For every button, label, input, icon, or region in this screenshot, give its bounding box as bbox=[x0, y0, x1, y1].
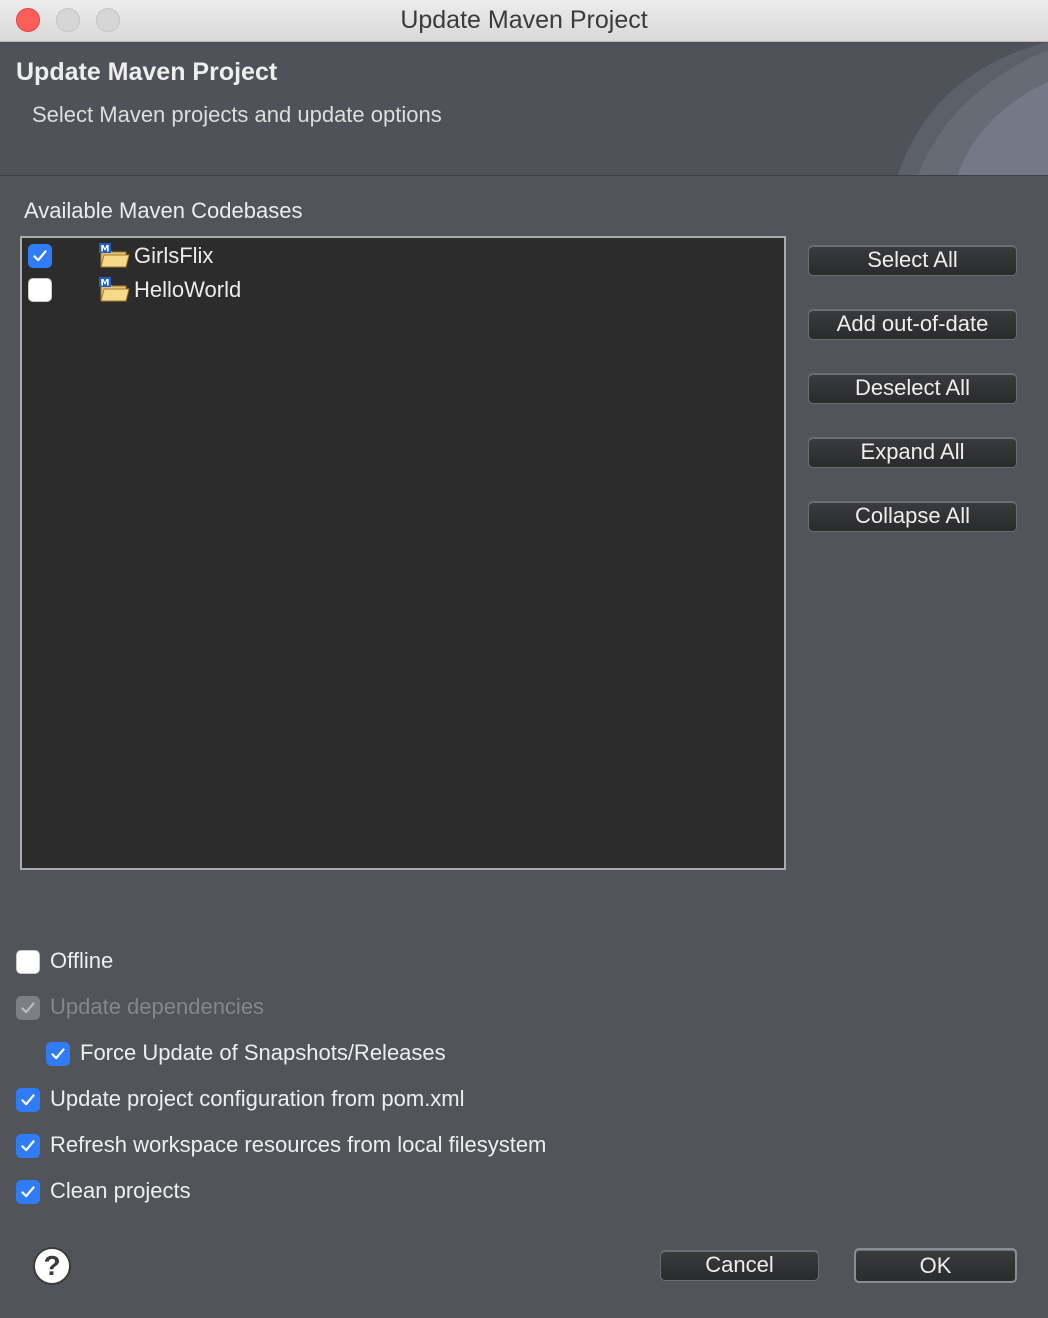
ok-button[interactable]: OK bbox=[854, 1248, 1017, 1283]
expand-all-button[interactable]: Expand All bbox=[808, 437, 1017, 468]
checkmark-icon bbox=[21, 1186, 35, 1198]
clean-projects-label: Clean projects bbox=[50, 1178, 191, 1203]
clean-projects-checkbox[interactable] bbox=[16, 1180, 40, 1204]
help-icon[interactable]: ? bbox=[33, 1247, 71, 1285]
checkmark-icon bbox=[21, 1002, 35, 1014]
maven-project-folder-icon: M bbox=[99, 243, 130, 268]
codebases-tree[interactable]: M GirlsFlix M HelloWorld bbox=[20, 236, 786, 870]
refresh-workspace-label: Refresh workspace resources from local f… bbox=[50, 1132, 547, 1157]
codebases-label: Available Maven Codebases bbox=[24, 198, 303, 223]
title-bar[interactable]: Update Maven Project bbox=[0, 0, 1048, 42]
collapse-all-button[interactable]: Collapse All bbox=[808, 501, 1017, 532]
force-update-label: Force Update of Snapshots/Releases bbox=[80, 1040, 446, 1065]
force-update-checkbox[interactable] bbox=[46, 1042, 70, 1066]
checkmark-icon bbox=[21, 1094, 35, 1106]
checkmark-icon bbox=[21, 1140, 35, 1152]
select-all-button[interactable]: Select All bbox=[808, 245, 1017, 276]
tree-item-helloworld[interactable]: M HelloWorld bbox=[22, 274, 784, 308]
svg-text:M: M bbox=[101, 245, 110, 255]
dialog-header: Update Maven Project Select Maven projec… bbox=[0, 42, 1048, 176]
checkmark-icon bbox=[33, 250, 47, 262]
window-title: Update Maven Project bbox=[400, 6, 648, 34]
checkmark-icon bbox=[51, 1048, 65, 1060]
deselect-all-button[interactable]: Deselect All bbox=[808, 373, 1017, 404]
girlsflix-checkbox[interactable] bbox=[28, 244, 52, 268]
tree-item-girlsflix[interactable]: M GirlsFlix bbox=[22, 240, 784, 274]
header-description: Select Maven projects and update options bbox=[32, 102, 442, 127]
header-title: Update Maven Project bbox=[16, 58, 278, 86]
update-config-label: Update project configuration from pom.xm… bbox=[50, 1086, 465, 1111]
svg-text:M: M bbox=[101, 279, 110, 289]
offline-label: Offline bbox=[50, 948, 114, 973]
offline-checkbox[interactable] bbox=[16, 950, 40, 974]
cancel-button[interactable]: Cancel bbox=[660, 1250, 819, 1281]
add-out-of-date-button[interactable]: Add out-of-date bbox=[808, 309, 1017, 340]
maven-project-folder-icon: M bbox=[99, 277, 130, 302]
helloworld-checkbox[interactable] bbox=[28, 278, 52, 302]
update-config-checkbox[interactable] bbox=[16, 1088, 40, 1112]
banner-graphic bbox=[898, 42, 1048, 175]
refresh-workspace-checkbox[interactable] bbox=[16, 1134, 40, 1158]
update-maven-project-dialog: Update Maven Project Update Maven Projec… bbox=[0, 0, 1048, 1318]
tree-item-label: HelloWorld bbox=[134, 277, 242, 302]
tree-item-label: GirlsFlix bbox=[134, 243, 214, 268]
update-dependencies-label: Update dependencies bbox=[50, 994, 265, 1019]
update-dependencies-checkbox bbox=[16, 996, 40, 1020]
